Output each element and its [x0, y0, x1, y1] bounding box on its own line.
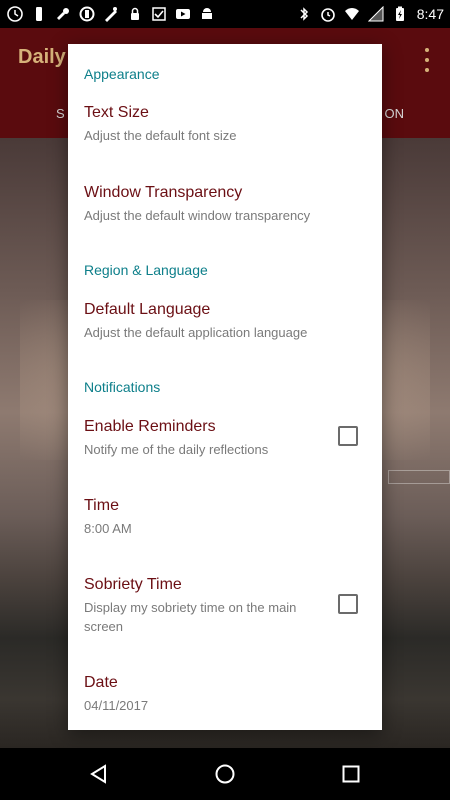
youtube-icon	[174, 5, 192, 23]
home-circle-icon	[215, 764, 235, 784]
tab-left[interactable]: S	[56, 106, 65, 121]
wifi-icon	[343, 5, 361, 23]
recents-square-icon	[342, 765, 360, 783]
section-appearance: Appearance	[84, 66, 160, 82]
status-left-icons	[6, 5, 216, 23]
pref-time-value: 8:00 AM	[84, 521, 132, 536]
sobriety-time-checkbox[interactable]	[338, 594, 358, 614]
pref-window-transparency-summary: Adjust the default window transparency	[84, 208, 311, 223]
back-button[interactable]	[87, 762, 111, 786]
clock-icon	[6, 5, 24, 23]
lock-icon	[126, 5, 144, 23]
app-title: Daily	[18, 46, 66, 68]
app-icon	[102, 5, 120, 23]
back-triangle-icon	[90, 764, 106, 784]
pref-default-language-summary: Adjust the default application language	[84, 325, 308, 340]
circle-icon	[78, 5, 96, 23]
recents-button[interactable]	[339, 762, 363, 786]
section-region-language: Region & Language	[84, 262, 208, 278]
pref-date-title[interactable]: Date	[84, 674, 118, 692]
pref-sobriety-time-title[interactable]: Sobriety Time	[84, 576, 182, 594]
settings-dialog: Appearance Text Size Adjust the default …	[68, 44, 382, 730]
pref-text-size-summary: Adjust the default font size	[84, 128, 237, 143]
home-button[interactable]	[213, 762, 237, 786]
bluetooth-icon	[295, 5, 313, 23]
status-right-icons: 8:47	[295, 5, 444, 23]
status-bar: 8:47	[0, 0, 450, 28]
navigation-bar	[0, 748, 450, 800]
section-notifications: Notifications	[84, 379, 161, 395]
phone-icon	[30, 5, 48, 23]
overflow-menu-icon[interactable]	[422, 48, 432, 72]
android-icon	[198, 5, 216, 23]
pref-enable-reminders-summary: Notify me of the daily reflections	[84, 442, 269, 457]
pref-default-language-title[interactable]: Default Language	[84, 301, 210, 319]
tab-right[interactable]: ON	[385, 106, 405, 121]
pref-enable-reminders-title[interactable]: Enable Reminders	[84, 418, 216, 436]
alarm-icon	[319, 5, 337, 23]
pref-date-value: 04/11/2017	[84, 698, 149, 713]
pref-window-transparency-title[interactable]: Window Transparency	[84, 184, 242, 202]
battery-icon	[391, 5, 409, 23]
signal-icon	[367, 5, 385, 23]
wrench-icon	[54, 5, 72, 23]
pref-text-size-title[interactable]: Text Size	[84, 104, 149, 122]
pref-time-title[interactable]: Time	[84, 497, 119, 515]
enable-reminders-checkbox[interactable]	[338, 426, 358, 446]
check-icon	[150, 5, 168, 23]
pref-sobriety-time-summary: Display my sobriety time on the main scr…	[84, 600, 297, 634]
status-time: 8:47	[416, 6, 444, 22]
slider-handle[interactable]	[388, 470, 450, 484]
